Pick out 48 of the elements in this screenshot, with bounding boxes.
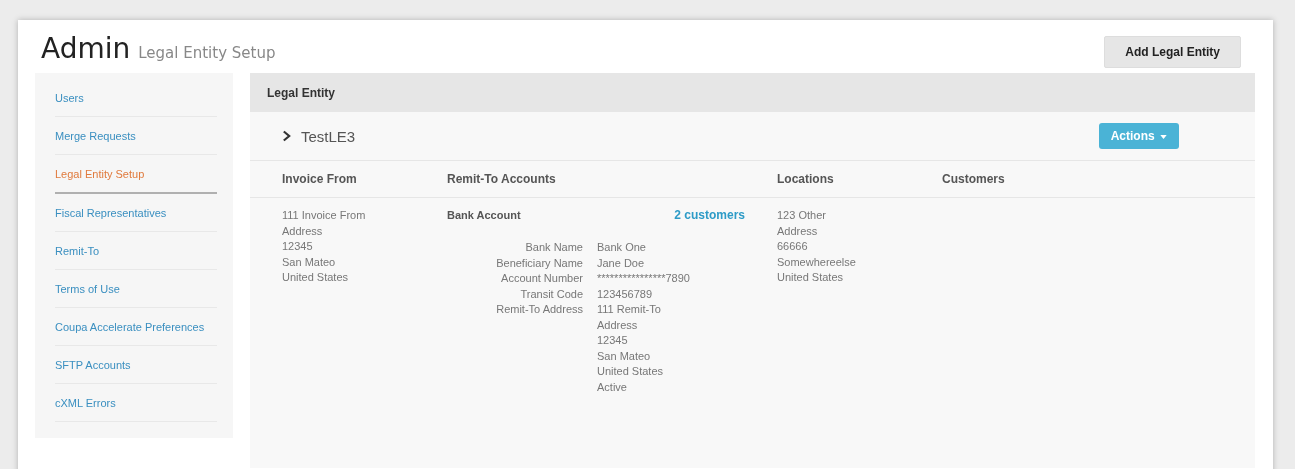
field-value: San Mateo	[597, 348, 652, 364]
address-line: Somewhereelse	[777, 254, 857, 270]
address-line: 123 Other	[777, 208, 827, 223]
field-value: ****************7890	[597, 271, 690, 286]
field-value: United States	[597, 364, 664, 379]
address-line: United States	[777, 270, 845, 285]
sidebar-item[interactable]: Coupa Accelerate Preferences	[55, 308, 217, 346]
sidebar-item[interactable]: Legal Entity Setup	[55, 155, 217, 194]
entity-name: TestLE3	[301, 127, 356, 145]
address-line: 66666	[777, 239, 809, 254]
customers-link[interactable]: 2 customers	[674, 208, 745, 223]
address-line: Address	[282, 223, 324, 239]
address-line: 111 Invoice From	[282, 208, 367, 223]
address-line: United States	[282, 270, 350, 285]
column-header: Remit-To Accounts	[447, 172, 557, 186]
sidebar-item[interactable]: SFTP Accounts	[55, 346, 217, 384]
caret-icon	[1160, 134, 1167, 139]
actions-button[interactable]: Actions	[1098, 123, 1179, 149]
add-legal-entity-button[interactable]: Add Legal Entity	[1104, 35, 1241, 68]
field-value: Active	[597, 379, 628, 395]
panel-title: Legal Entity	[267, 85, 335, 100]
sidebar-item[interactable]: Fiscal Representatives	[55, 194, 217, 232]
sidebar-item[interactable]: Remit-To	[55, 232, 217, 270]
page-title: Admin	[41, 32, 131, 65]
sidebar-item[interactable]: Terms of Use	[55, 270, 217, 308]
field-value: Bank One	[597, 240, 646, 255]
field-value: 12345	[597, 333, 629, 348]
address-line: Address	[777, 223, 819, 239]
page-subtitle: Legal Entity Setup	[138, 44, 276, 62]
address-line: 12345	[282, 239, 314, 254]
field-label: Transit Code	[519, 286, 583, 302]
field-label: Remit-To Address	[495, 302, 583, 317]
chevron-icon[interactable]	[282, 130, 291, 142]
column-header: Customers	[942, 172, 1005, 186]
field-label: Bank Name	[524, 240, 583, 255]
column-header: Locations	[777, 172, 835, 186]
sidebar-item[interactable]: Merge Requests	[55, 117, 217, 155]
field-value: 111 Remit-To	[597, 302, 662, 317]
field-value: Jane Doe	[597, 255, 645, 271]
sidebar-item[interactable]: Users	[55, 79, 217, 117]
field-label: Beneficiary Name	[495, 255, 583, 271]
sidebar-item[interactable]: cXML Errors	[55, 384, 217, 422]
account-title: Bank Account	[447, 208, 521, 223]
field-value: 123456789	[597, 286, 653, 302]
field-value: Address	[597, 317, 639, 333]
field-label: Account Number	[500, 271, 583, 286]
address-line: San Mateo	[282, 254, 337, 270]
column-header: Invoice From	[282, 172, 358, 186]
